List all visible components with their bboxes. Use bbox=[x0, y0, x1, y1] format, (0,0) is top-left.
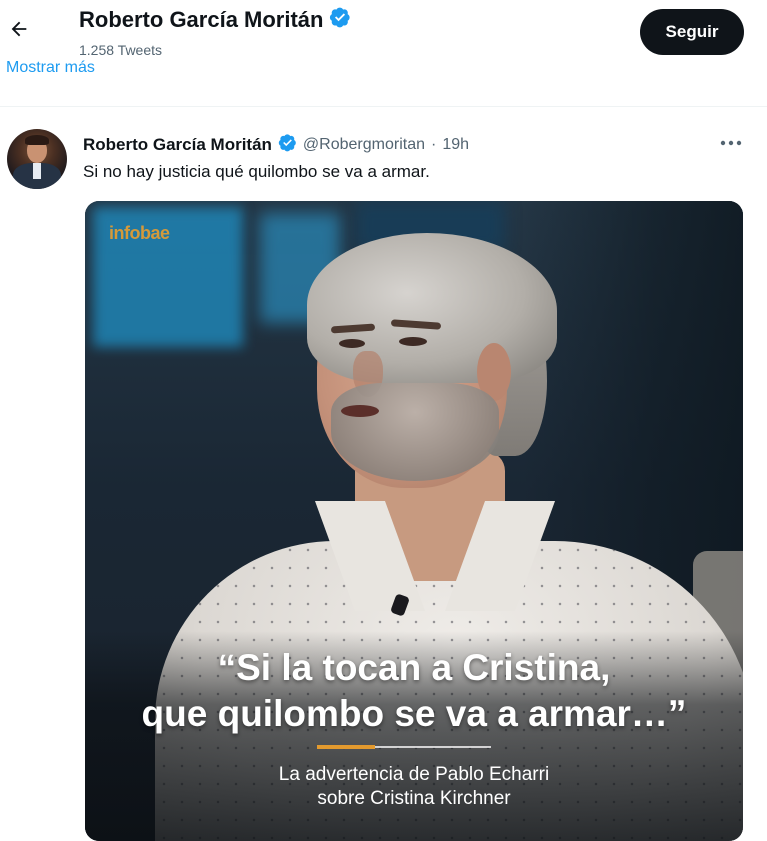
tweet-text: Si no hay justicia qué quilombo se va a … bbox=[83, 162, 430, 181]
tweet-author-handle[interactable]: @Robergmoritan bbox=[303, 136, 425, 154]
media-quote-line-1: “Si la tocan a Cristina, bbox=[217, 647, 611, 688]
tweet-timestamp[interactable]: 19h bbox=[442, 136, 469, 154]
profile-name: Roberto García Moritán bbox=[79, 6, 351, 34]
media-divider-line bbox=[375, 746, 491, 748]
tweet-count: 1.258 Tweets bbox=[79, 42, 163, 58]
tweet-separator: · bbox=[431, 136, 437, 153]
arrow-left-icon bbox=[8, 18, 30, 45]
avatar[interactable] bbox=[7, 129, 67, 189]
tweet-media-image[interactable]: infobae “Si la tocan a Cristina, que qui… bbox=[85, 201, 743, 841]
tweet[interactable]: Roberto García Moritán @Robergmoritan · … bbox=[0, 107, 767, 841]
verified-badge-icon bbox=[278, 133, 297, 157]
more-horizontal-icon bbox=[720, 134, 742, 152]
media-caption: La advertencia de Pablo Echarri sobre Cr… bbox=[85, 763, 743, 811]
media-caption-line-1: La advertencia de Pablo Echarri bbox=[278, 764, 550, 785]
media-quote-line-2: que quilombo se va a armar…” bbox=[141, 693, 687, 734]
media-quote: “Si la tocan a Cristina, que quilombo se… bbox=[85, 645, 743, 737]
profile-name-text: Roberto García Moritán bbox=[79, 7, 324, 32]
follow-button[interactable]: Seguir bbox=[640, 9, 744, 55]
verified-badge-icon bbox=[329, 6, 351, 34]
tweet-author-name[interactable]: Roberto García Moritán bbox=[83, 135, 272, 155]
media-caption-line-2: sobre Cristina Kirchner bbox=[317, 788, 511, 809]
back-button[interactable] bbox=[2, 14, 36, 48]
more-options-button[interactable] bbox=[716, 131, 746, 155]
profile-header: Roberto García Moritán 1.258 Tweets Most… bbox=[0, 0, 767, 107]
show-more-link[interactable]: Mostrar más bbox=[6, 58, 95, 78]
tweet-header: Roberto García Moritán @Robergmoritan · … bbox=[83, 133, 469, 157]
media-divider-accent bbox=[317, 745, 375, 749]
